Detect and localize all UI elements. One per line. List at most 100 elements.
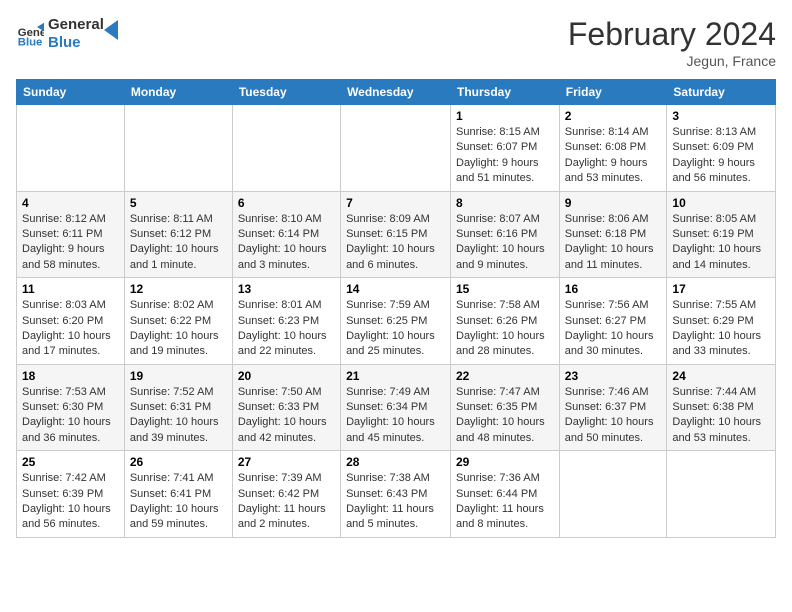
logo-icon: General Blue — [16, 20, 44, 48]
day-info: Sunrise: 8:10 AMSunset: 6:14 PMDaylight:… — [238, 212, 335, 274]
day-info: Sunrise: 8:05 AMSunset: 6:19 PMDaylight:… — [672, 212, 770, 274]
calendar-table: SundayMondayTuesdayWednesdayThursdayFrid… — [16, 79, 776, 538]
week-row-2: 4 Sunrise: 8:12 AMSunset: 6:11 PMDaylight… — [17, 191, 776, 278]
weekday-header-thursday: Thursday — [451, 80, 560, 105]
calendar-cell: 13 Sunrise: 8:01 AMSunset: 6:23 PMDayligh… — [232, 278, 340, 365]
logo-blue: Blue — [48, 34, 104, 52]
weekday-header-friday: Friday — [559, 80, 667, 105]
day-number: 24 — [672, 369, 770, 383]
day-info: Sunrise: 7:41 AMSunset: 6:41 PMDaylight:… — [130, 471, 227, 533]
location: Jegun, France — [568, 53, 776, 69]
calendar-cell: 15 Sunrise: 7:58 AMSunset: 6:26 PMDayligh… — [451, 278, 560, 365]
day-number: 26 — [130, 455, 227, 469]
calendar-cell: 24 Sunrise: 7:44 AMSunset: 6:38 PMDayligh… — [667, 364, 776, 451]
day-number: 7 — [346, 196, 445, 210]
day-info: Sunrise: 8:07 AMSunset: 6:16 PMDaylight:… — [456, 212, 554, 274]
calendar-cell: 26 Sunrise: 7:41 AMSunset: 6:41 PMDayligh… — [124, 451, 232, 538]
day-info: Sunrise: 7:47 AMSunset: 6:35 PMDaylight:… — [456, 385, 554, 447]
calendar-cell: 27 Sunrise: 7:39 AMSunset: 6:42 PMDayligh… — [232, 451, 340, 538]
calendar-cell: 17 Sunrise: 7:55 AMSunset: 6:29 PMDayligh… — [667, 278, 776, 365]
day-number: 18 — [22, 369, 119, 383]
calendar-cell — [17, 105, 125, 192]
day-info: Sunrise: 8:02 AMSunset: 6:22 PMDaylight:… — [130, 298, 227, 360]
day-number: 17 — [672, 282, 770, 296]
day-info: Sunrise: 7:59 AMSunset: 6:25 PMDaylight:… — [346, 298, 445, 360]
weekday-header-tuesday: Tuesday — [232, 80, 340, 105]
day-number: 4 — [22, 196, 119, 210]
week-row-4: 18Sunrise: 7:53 AMSunset: 6:30 PMDayligh… — [17, 364, 776, 451]
calendar-cell: 22 Sunrise: 7:47 AMSunset: 6:35 PMDayligh… — [451, 364, 560, 451]
day-number: 8 — [456, 196, 554, 210]
page-header: General Blue General Blue February 2024 … — [16, 16, 776, 69]
day-number: 6 — [238, 196, 335, 210]
day-info: Sunrise: 8:13 AMSunset: 6:09 PMDaylight:… — [672, 125, 770, 187]
day-number: 28 — [346, 455, 445, 469]
day-info: Sunrise: 8:01 AMSunset: 6:23 PMDaylight:… — [238, 298, 335, 360]
day-info: Sunrise: 7:56 AMSunset: 6:27 PMDaylight:… — [565, 298, 662, 360]
day-info: Sunrise: 8:11 AMSunset: 6:12 PMDaylight:… — [130, 212, 227, 274]
day-info: Sunrise: 7:50 AMSunset: 6:33 PMDaylight:… — [238, 385, 335, 447]
day-info: Sunrise: 7:44 AMSunset: 6:38 PMDaylight:… — [672, 385, 770, 447]
day-number: 13 — [238, 282, 335, 296]
calendar-cell: 6 Sunrise: 8:10 AMSunset: 6:14 PMDaylight… — [232, 191, 340, 278]
day-info: Sunrise: 7:36 AMSunset: 6:44 PMDaylight:… — [456, 471, 554, 533]
week-row-1: 1 Sunrise: 8:15 AMSunset: 6:07 PMDaylight… — [17, 105, 776, 192]
day-info: Sunrise: 7:52 AMSunset: 6:31 PMDaylight:… — [130, 385, 227, 447]
calendar-cell: 11 Sunrise: 8:03 AMSunset: 6:20 PMDayligh… — [17, 278, 125, 365]
logo-general: General — [48, 16, 104, 34]
svg-text:Blue: Blue — [18, 36, 43, 48]
day-number: 10 — [672, 196, 770, 210]
day-number: 9 — [565, 196, 662, 210]
day-info: Sunrise: 8:09 AMSunset: 6:15 PMDaylight:… — [346, 212, 445, 274]
day-info: Sunrise: 7:46 AMSunset: 6:37 PMDaylight:… — [565, 385, 662, 447]
logo-arrow-icon — [104, 20, 124, 40]
day-number: 11 — [22, 282, 119, 296]
weekday-header-saturday: Saturday — [667, 80, 776, 105]
calendar-cell: 8 Sunrise: 8:07 AMSunset: 6:16 PMDaylight… — [451, 191, 560, 278]
day-number: 25 — [22, 455, 119, 469]
day-number: 16 — [565, 282, 662, 296]
calendar-cell: 28 Sunrise: 7:38 AMSunset: 6:43 PMDayligh… — [341, 451, 451, 538]
day-number: 15 — [456, 282, 554, 296]
day-info: Sunrise: 8:03 AMSunset: 6:20 PMDaylight:… — [22, 298, 119, 360]
calendar-cell: 7 Sunrise: 8:09 AMSunset: 6:15 PMDaylight… — [341, 191, 451, 278]
day-info: Sunrise: 7:38 AMSunset: 6:43 PMDaylight:… — [346, 471, 445, 533]
calendar-cell — [124, 105, 232, 192]
calendar-cell: 21Sunrise: 7:49 AMSunset: 6:34 PMDayligh… — [341, 364, 451, 451]
day-info: Sunrise: 8:14 AMSunset: 6:08 PMDaylight:… — [565, 125, 662, 187]
calendar-cell: 5 Sunrise: 8:11 AMSunset: 6:12 PMDaylight… — [124, 191, 232, 278]
weekday-header-wednesday: Wednesday — [341, 80, 451, 105]
day-number: 14 — [346, 282, 445, 296]
day-number: 20 — [238, 369, 335, 383]
day-info: Sunrise: 7:39 AMSunset: 6:42 PMDaylight:… — [238, 471, 335, 533]
calendar-cell: 18Sunrise: 7:53 AMSunset: 6:30 PMDayligh… — [17, 364, 125, 451]
day-number: 12 — [130, 282, 227, 296]
day-number: 2 — [565, 109, 662, 123]
calendar-cell — [341, 105, 451, 192]
calendar-cell — [667, 451, 776, 538]
calendar-cell: 25 Sunrise: 7:42 AMSunset: 6:39 PMDayligh… — [17, 451, 125, 538]
calendar-cell: 4 Sunrise: 8:12 AMSunset: 6:11 PMDaylight… — [17, 191, 125, 278]
calendar-cell: 16 Sunrise: 7:56 AMSunset: 6:27 PMDayligh… — [559, 278, 667, 365]
day-info: Sunrise: 7:55 AMSunset: 6:29 PMDaylight:… — [672, 298, 770, 360]
day-number: 23 — [565, 369, 662, 383]
calendar-cell: 2 Sunrise: 8:14 AMSunset: 6:08 PMDaylight… — [559, 105, 667, 192]
day-number: 5 — [130, 196, 227, 210]
title-block: February 2024 Jegun, France — [568, 16, 776, 69]
day-number: 19 — [130, 369, 227, 383]
calendar-cell — [232, 105, 340, 192]
day-info: Sunrise: 7:58 AMSunset: 6:26 PMDaylight:… — [456, 298, 554, 360]
calendar-cell: 29 Sunrise: 7:36 AMSunset: 6:44 PMDayligh… — [451, 451, 560, 538]
calendar-cell — [559, 451, 667, 538]
calendar-cell: 19 Sunrise: 7:52 AMSunset: 6:31 PMDayligh… — [124, 364, 232, 451]
day-info: Sunrise: 8:15 AMSunset: 6:07 PMDaylight:… — [456, 125, 554, 187]
day-info: Sunrise: 8:12 AMSunset: 6:11 PMDaylight:… — [22, 212, 119, 274]
day-info: Sunrise: 7:42 AMSunset: 6:39 PMDaylight:… — [22, 471, 119, 533]
day-number: 1 — [456, 109, 554, 123]
day-number: 29 — [456, 455, 554, 469]
day-number: 22 — [456, 369, 554, 383]
calendar-cell: 10 Sunrise: 8:05 AMSunset: 6:19 PMDayligh… — [667, 191, 776, 278]
day-info: Sunrise: 8:06 AMSunset: 6:18 PMDaylight:… — [565, 212, 662, 274]
day-number: 27 — [238, 455, 335, 469]
weekday-header-sunday: Sunday — [17, 80, 125, 105]
